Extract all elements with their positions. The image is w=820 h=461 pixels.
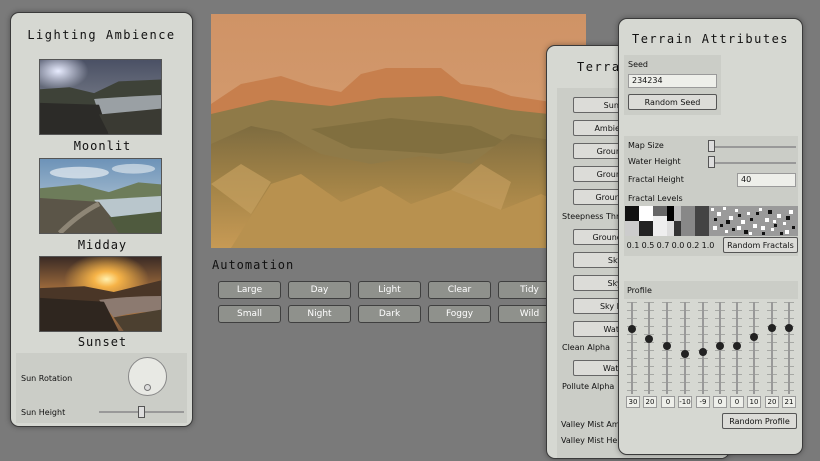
random-fractals-button[interactable]: Random Fractals <box>723 237 798 253</box>
profile-slider-10[interactable] <box>788 302 790 394</box>
sun-height-label: Sun Height <box>21 408 66 417</box>
clean-alpha-label: Clean Alpha <box>562 343 610 352</box>
fractal-level-value-6: 1.0 <box>701 241 715 250</box>
random-profile-button[interactable]: Random Profile <box>722 413 797 429</box>
profile-slider-knob-5[interactable] <box>699 348 707 356</box>
steepness-threshold-label: Steepness Thre <box>562 212 624 221</box>
terrain-attributes-title: Terrain Attributes <box>631 32 790 46</box>
profile-section: Profile <box>624 281 798 299</box>
map-size-slider-track[interactable] <box>709 146 796 148</box>
sun-controls: Sun Rotation Sun Height <box>16 353 187 423</box>
foggy-button[interactable]: Foggy <box>428 305 491 323</box>
profile-slider-9[interactable] <box>771 302 773 394</box>
random-seed-button[interactable]: Random Seed <box>628 94 717 110</box>
fractal-height-input[interactable]: 40 <box>737 173 796 187</box>
terrain-attributes-panel: Terrain Attributes Seed 234234 Random Se… <box>618 18 803 455</box>
terrain-3d-view[interactable] <box>211 14 586 248</box>
water-height-slider-thumb[interactable] <box>708 156 715 168</box>
profile-slider-knob-8[interactable] <box>750 333 758 341</box>
seed-label: Seed <box>628 60 648 69</box>
profile-value-4[interactable]: -10 <box>678 396 692 408</box>
profile-slider-knob-4[interactable] <box>681 350 689 358</box>
knob-indicator <box>144 384 151 391</box>
profile-slider-1[interactable] <box>631 302 633 394</box>
fractal-height-label: Fractal Height <box>628 175 684 184</box>
fractal-levels-preview <box>625 206 798 236</box>
profile-value-8[interactable]: 10 <box>747 396 761 408</box>
profile-value-9[interactable]: 20 <box>765 396 779 408</box>
midday-label: Midday <box>77 238 128 252</box>
profile-slider-knob-10[interactable] <box>785 324 793 332</box>
sun-rotation-knob[interactable] <box>128 357 167 396</box>
profile-value-3[interactable]: 0 <box>661 396 675 408</box>
map-size-slider-thumb[interactable] <box>708 140 715 152</box>
night-button[interactable]: Night <box>288 305 351 323</box>
fractal-level-value-3: 0.7 <box>656 241 670 250</box>
sun-rotation-label: Sun Rotation <box>21 374 73 383</box>
profile-value-1[interactable]: 30 <box>626 396 640 408</box>
seed-input[interactable]: 234234 <box>628 74 717 88</box>
pollute-alpha-label: Pollute Alpha <box>562 382 615 391</box>
profile-slider-8[interactable] <box>753 302 755 394</box>
profile-value-10[interactable]: 21 <box>782 396 796 408</box>
dark-button[interactable]: Dark <box>358 305 421 323</box>
moonlit-label: Moonlit <box>73 139 132 153</box>
map-size-label: Map Size <box>628 141 664 150</box>
light-button[interactable]: Light <box>358 281 421 299</box>
profile-value-2[interactable]: 20 <box>643 396 657 408</box>
fractal-level-value-2: 0.5 <box>641 241 655 250</box>
profile-slider-knob-9[interactable] <box>768 324 776 332</box>
profile-value-7[interactable]: 0 <box>730 396 744 408</box>
profile-slider-knob-2[interactable] <box>645 335 653 343</box>
water-height-slider-track[interactable] <box>709 162 796 164</box>
large-button[interactable]: Large <box>218 281 281 299</box>
lighting-ambience-panel: Lighting Ambience Moonlit Midday Sunset … <box>10 12 193 427</box>
sunset-label: Sunset <box>77 335 128 349</box>
fractal-levels-label: Fractal Levels <box>628 194 683 203</box>
profile-label: Profile <box>627 286 652 295</box>
profile-slider-knob-1[interactable] <box>628 325 636 333</box>
profile-slider-2[interactable] <box>648 302 650 394</box>
profile-slider-knob-7[interactable] <box>733 342 741 350</box>
profile-slider-knob-6[interactable] <box>716 342 724 350</box>
profile-slider-knob-3[interactable] <box>663 342 671 350</box>
automation-title: Automation <box>212 258 295 272</box>
sun-height-slider-thumb[interactable] <box>138 406 145 418</box>
fractal-level-value-1: 0.1 <box>626 241 640 250</box>
fractal-level-value-5: 0.2 <box>686 241 700 250</box>
day-button[interactable]: Day <box>288 281 351 299</box>
moonlit-preset-image[interactable] <box>39 59 162 135</box>
sunset-preset-image[interactable] <box>39 256 162 332</box>
clear-button[interactable]: Clear <box>428 281 491 299</box>
small-button[interactable]: Small <box>218 305 281 323</box>
profile-slider-4[interactable] <box>684 302 686 394</box>
profile-value-6[interactable]: 0 <box>713 396 727 408</box>
water-height-label: Water Height <box>628 157 681 166</box>
profile-value-5[interactable]: -9 <box>696 396 710 408</box>
midday-preset-image[interactable] <box>39 158 162 234</box>
lighting-panel-title: Lighting Ambience <box>27 28 176 42</box>
fractal-level-value-4: 0.0 <box>671 241 685 250</box>
seed-section: Seed 234234 Random Seed <box>624 55 721 115</box>
